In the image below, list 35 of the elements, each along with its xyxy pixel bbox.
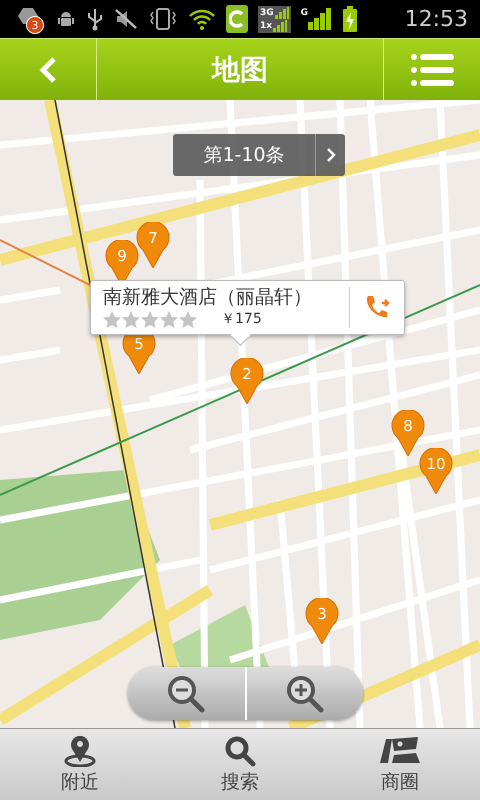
map-pin[interactable]: 7 bbox=[136, 222, 170, 268]
nav-tab[interactable]: 商圈 bbox=[320, 729, 480, 800]
app-icon bbox=[226, 5, 248, 33]
nav-tab[interactable]: 附近 bbox=[0, 729, 160, 800]
chevron-right-icon bbox=[326, 147, 336, 163]
page-title: 地图 bbox=[210, 52, 269, 88]
location-pin-icon bbox=[63, 734, 97, 766]
mute-icon bbox=[114, 7, 138, 31]
battery-charging-icon bbox=[342, 6, 358, 32]
dual-signal-indicator: 3G 1x bbox=[258, 6, 291, 32]
wifi-icon bbox=[188, 8, 216, 30]
zoom-in-icon bbox=[284, 674, 325, 714]
star-icon bbox=[141, 310, 159, 328]
map-pin[interactable]: 2 bbox=[230, 358, 264, 404]
map-pin[interactable]: 3 bbox=[305, 598, 339, 644]
place-name: 南新雅大酒店（丽晶轩） bbox=[103, 285, 313, 310]
search-icon bbox=[224, 734, 256, 766]
star-icon bbox=[122, 310, 140, 328]
clock-time: 12:53 bbox=[404, 6, 468, 32]
zoom-out-icon bbox=[166, 674, 206, 714]
result-range-label: 第1-10条 bbox=[202, 143, 286, 168]
map-pin[interactable]: 8 bbox=[391, 410, 425, 456]
map-pin[interactable]: 10 bbox=[419, 448, 453, 494]
notification-badge: 3 bbox=[26, 16, 44, 34]
list-menu-icon bbox=[410, 52, 454, 88]
signal-icon bbox=[308, 8, 332, 30]
network-type-label: G bbox=[300, 8, 308, 18]
price-label: ￥175 bbox=[221, 310, 262, 328]
star-icon bbox=[179, 310, 197, 328]
usb-icon bbox=[86, 7, 104, 31]
star-icon bbox=[160, 310, 178, 328]
star-icon bbox=[103, 310, 121, 328]
android-icon bbox=[56, 9, 76, 29]
vibrate-icon bbox=[148, 7, 178, 31]
nav-tab[interactable]: 搜索 bbox=[160, 729, 320, 800]
